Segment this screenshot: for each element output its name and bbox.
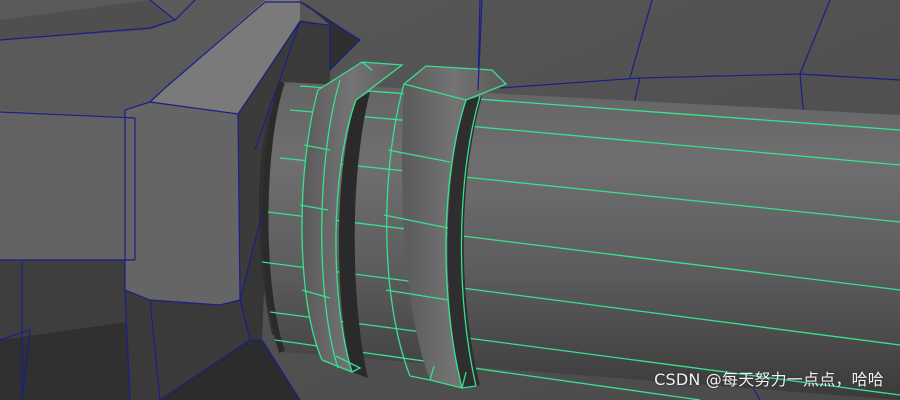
viewport-scene[interactable] (0, 0, 900, 400)
watermark-text: CSDN @每天努力一点点，哈哈 (654, 370, 884, 389)
3d-viewport[interactable]: CSDN @每天努力一点点，哈哈 (0, 0, 900, 400)
